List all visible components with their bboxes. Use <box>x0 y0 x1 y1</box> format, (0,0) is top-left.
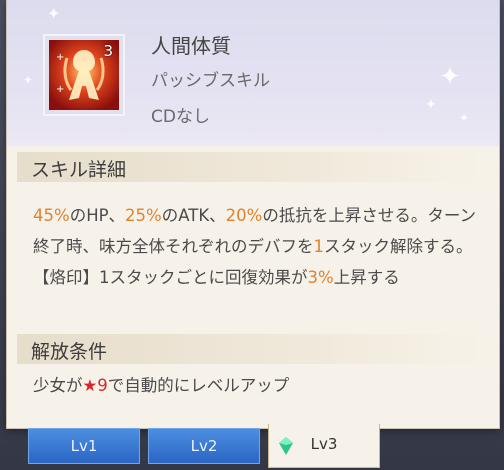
section-title-details: スキル詳細 <box>31 159 127 181</box>
unlock-condition: 少女が★9で自動的にレベルアップ <box>33 372 289 396</box>
desc-text: のHP、 <box>69 206 126 225</box>
section-title-unlock: 解放条件 <box>31 341 108 363</box>
sparkle-icon: ✦ <box>439 62 461 92</box>
unlock-prefix: 少女が <box>33 376 83 395</box>
skill-icon: + + 3 <box>43 34 125 116</box>
tab-label: Lv3 <box>310 435 338 453</box>
tab-label: Lv1 <box>70 437 98 455</box>
svg-text:+: + <box>56 52 64 63</box>
desc-value: 45% <box>33 206 70 225</box>
sparkle-icon: ✦ <box>459 111 470 125</box>
skill-cooldown: CDなし <box>151 107 210 127</box>
sparkle-icon: ✦ <box>23 73 34 87</box>
desc-value: 3% <box>307 268 334 287</box>
tab-label: Lv2 <box>190 437 218 455</box>
skill-detail-card: ✦ ✦ ✦ ✦ ✦ + + 3 人間体質 パッシブスキル CDなし スキル詳細 … <box>6 0 500 429</box>
sparkle-icon: ✦ <box>47 4 61 23</box>
tab-lv3[interactable]: Lv3 <box>268 424 380 468</box>
gem-icon <box>279 437 293 455</box>
sparkle-icon: ✦ <box>425 97 437 113</box>
desc-value: 20% <box>225 206 263 225</box>
star-count: 9 <box>97 376 108 395</box>
skill-name: 人間体質 <box>151 34 231 58</box>
tab-lv1[interactable]: Lv1 <box>28 428 140 464</box>
skill-header: ✦ ✦ ✦ ✦ ✦ + + 3 人間体質 パッシブスキル CDなし <box>7 0 499 146</box>
unlock-suffix: で自動的にレベルアップ <box>107 376 290 395</box>
desc-text: のATK、 <box>161 206 226 225</box>
star-icon: ★ <box>82 376 98 395</box>
desc-value: 25% <box>125 206 162 225</box>
svg-text:+: + <box>56 84 64 95</box>
skill-description: 45%のHP、25%のATK、20%の抵抗を上昇させる。ターン終了時、味方全体そ… <box>33 200 483 293</box>
skill-type: パッシブスキル <box>151 71 270 91</box>
desc-value: 1 <box>313 237 325 256</box>
desc-text: 上昇する <box>333 268 400 287</box>
tab-lv2[interactable]: Lv2 <box>148 428 260 464</box>
icon-level-number: 3 <box>103 42 113 60</box>
